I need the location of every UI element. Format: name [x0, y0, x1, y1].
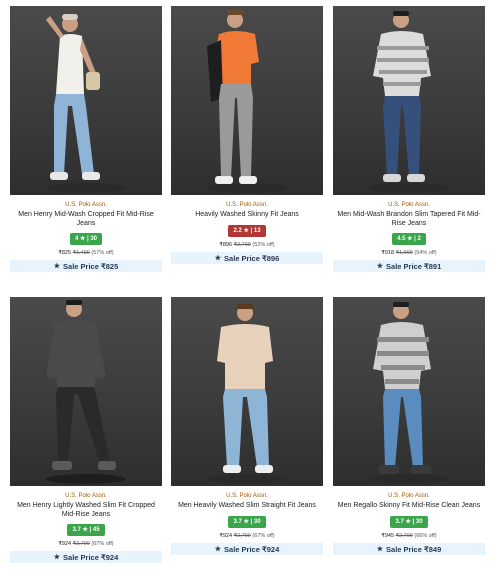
sale-price-banner: ★ Sale Price ₹891	[333, 260, 485, 272]
discount-percent: (52% off)	[252, 242, 275, 248]
product-title[interactable]: Heavily Washed Skinny Fit Jeans	[171, 211, 323, 220]
price-row: ₹924 ₹2,799 (67% off)	[171, 532, 323, 540]
product-brand: U.S. Polo Assn.	[226, 493, 268, 499]
original-price: ₹2,799	[233, 533, 251, 539]
product-card[interactable]: U.S. Polo Assn. Heavily Washed Skinny Fi…	[171, 6, 323, 264]
discount-percent: (57% off)	[91, 250, 114, 256]
product-image[interactable]	[10, 6, 162, 195]
star-icon: ★	[53, 263, 61, 270]
sale-price-label: Sale Price ₹924	[224, 544, 280, 554]
original-price: ₹1,499	[72, 250, 90, 256]
star-icon: ★	[214, 546, 222, 553]
product-image[interactable]	[333, 6, 485, 195]
product-title[interactable]: Men Heavily Washed Slim Straight Fit Jea…	[171, 502, 323, 511]
current-price: ₹924	[58, 541, 72, 547]
model-illustration	[369, 302, 449, 484]
sale-price-banner: ★ Sale Price ₹825	[10, 260, 162, 272]
product-image[interactable]	[333, 297, 485, 486]
rating-badge: 4 ★ | 30	[69, 233, 103, 245]
star-icon: ★	[376, 263, 384, 270]
product-brand: U.S. Polo Assn.	[65, 493, 107, 499]
product-brand: U.S. Polo Assn.	[65, 202, 107, 208]
product-title[interactable]: Men Regallo Skinny Fit Mid-Rise Clean Je…	[333, 502, 485, 511]
product-card[interactable]: U.S. Polo Assn. Men Henry Lightly Washed…	[10, 297, 162, 563]
product-title[interactable]: Men Henry Mid-Wash Cropped Fit Mid-Rise …	[10, 211, 162, 228]
rating-badge: 3.7 ★ | 45	[67, 524, 105, 536]
sale-price-label: Sale Price ₹924	[63, 552, 119, 562]
sale-price-label: Sale Price ₹825	[63, 261, 119, 271]
price-row: ₹918 ₹1,999 (54% off)	[333, 249, 485, 257]
current-price: ₹825	[58, 250, 72, 256]
original-price: ₹1,999	[395, 250, 413, 256]
model-illustration	[46, 14, 126, 193]
original-price: ₹2,799	[72, 541, 90, 547]
sale-price-banner: ★ Sale Price ₹924	[171, 543, 323, 555]
product-brand: U.S. Polo Assn.	[388, 202, 430, 208]
product-image[interactable]	[171, 297, 323, 486]
rating-badge: 4.5 ★ | 2	[392, 233, 426, 245]
product-image[interactable]	[171, 6, 323, 195]
rating-badge: 2.2 ★ | 13	[228, 225, 266, 237]
price-row: ₹924 ₹2,799 (67% off)	[10, 540, 162, 548]
product-card[interactable]: U.S. Polo Assn. Men Mid-Wash Brandon Sli…	[333, 6, 485, 272]
star-icon: ★	[53, 554, 61, 561]
model-illustration	[369, 11, 449, 193]
current-price: ₹896	[219, 242, 233, 248]
product-brand: U.S. Polo Assn.	[388, 493, 430, 499]
sale-price-label: Sale Price ₹896	[224, 253, 280, 263]
product-brand: U.S. Polo Assn.	[226, 202, 268, 208]
discount-percent: (67% off)	[252, 533, 275, 539]
sale-price-label: Sale Price ₹849	[386, 544, 442, 554]
rating-badge: 3.7 ★ | 30	[228, 516, 266, 528]
star-icon: ★	[376, 546, 384, 553]
current-price: ₹918	[381, 250, 395, 256]
star-icon: ★	[214, 255, 222, 262]
discount-percent: (67% off)	[91, 541, 114, 547]
price-row: ₹896 ₹2,799 (52% off)	[171, 241, 323, 249]
sale-price-banner: ★ Sale Price ₹924	[10, 551, 162, 563]
product-title[interactable]: Men Henry Lightly Washed Slim Fit Croppe…	[10, 502, 162, 519]
discount-percent: (66% off)	[414, 533, 437, 539]
product-title[interactable]: Men Mid-Wash Brandon Slim Tapered Fit Mi…	[333, 211, 485, 228]
original-price: ₹2,799	[233, 242, 251, 248]
model-illustration	[46, 300, 126, 484]
sale-price-label: Sale Price ₹891	[386, 261, 442, 271]
product-card[interactable]: U.S. Polo Assn. Men Regallo Skinny Fit M…	[333, 297, 485, 555]
current-price: ₹945	[381, 533, 395, 539]
discount-percent: (54% off)	[414, 250, 437, 256]
product-card[interactable]: U.S. Polo Assn. Men Henry Mid-Wash Cropp…	[10, 6, 162, 272]
rating-badge: 3.7 ★ | 30	[390, 516, 428, 528]
product-card[interactable]: U.S. Polo Assn. Men Heavily Washed Slim …	[171, 297, 323, 555]
original-price: ₹2,799	[395, 533, 413, 539]
current-price: ₹924	[219, 533, 233, 539]
sale-price-banner: ★ Sale Price ₹849	[333, 543, 485, 555]
sale-price-banner: ★ Sale Price ₹896	[171, 252, 323, 264]
product-image[interactable]	[10, 297, 162, 486]
price-row: ₹825 ₹1,499 (57% off)	[10, 249, 162, 257]
price-row: ₹945 ₹2,799 (66% off)	[333, 532, 485, 540]
model-illustration	[207, 10, 287, 193]
model-illustration	[207, 304, 287, 484]
